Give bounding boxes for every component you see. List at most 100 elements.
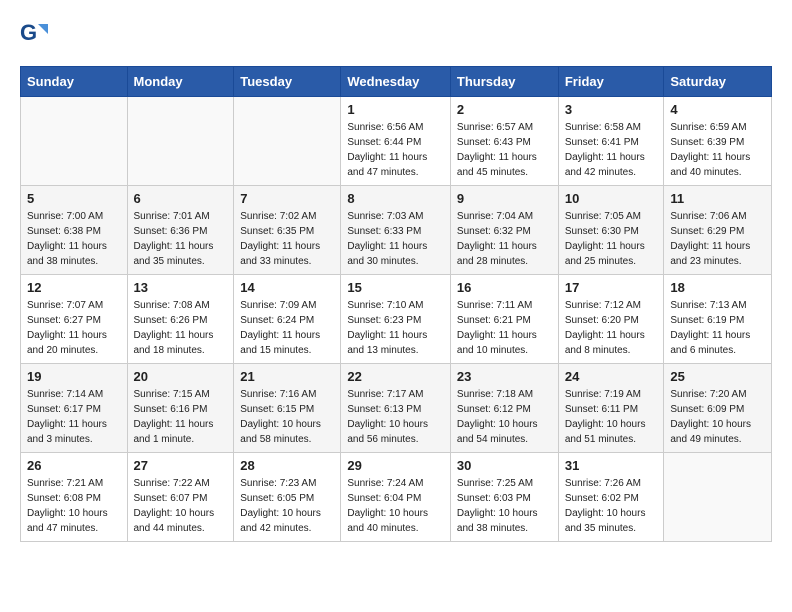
- day-info: Sunrise: 6:57 AM Sunset: 6:43 PM Dayligh…: [457, 120, 552, 180]
- day-header-tuesday: Tuesday: [234, 67, 341, 97]
- day-info: Sunrise: 7:09 AM Sunset: 6:24 PM Dayligh…: [240, 298, 334, 358]
- calendar-day-17: 17Sunrise: 7:12 AM Sunset: 6:20 PM Dayli…: [558, 275, 664, 364]
- calendar-week-row: 5 Sunrise: 7:00 AM Sunset: 6:38 PM Daylig…: [21, 186, 772, 275]
- day-info: Sunrise: 7:15 AM Sunset: 6:16 PM Dayligh…: [134, 387, 228, 447]
- calendar-day-7: 7Sunrise: 7:02 AM Sunset: 6:35 PM Daylig…: [234, 186, 341, 275]
- calendar-empty-cell: [664, 453, 772, 542]
- calendar-day-11: 11 Sunrise: 7:06 AM Sunset: 6:29 PM Dayli…: [664, 186, 772, 275]
- day-number: 10: [565, 191, 658, 206]
- calendar-day-12: 12Sunrise: 7:07 AM Sunset: 6:27 PM Dayli…: [21, 275, 128, 364]
- calendar-day-28: 28 Sunrise: 7:23 AM Sunset: 6:05 PM Dayli…: [234, 453, 341, 542]
- day-info: Sunrise: 7:22 AM Sunset: 6:07 PM Dayligh…: [134, 476, 228, 536]
- calendar-day-26: 26Sunrise: 7:21 AM Sunset: 6:08 PM Dayli…: [21, 453, 128, 542]
- day-number: 25: [670, 369, 765, 384]
- day-info: Sunrise: 7:17 AM Sunset: 6:13 PM Dayligh…: [347, 387, 444, 447]
- calendar-day-8: 8 Sunrise: 7:03 AM Sunset: 6:33 PM Daylig…: [341, 186, 451, 275]
- calendar-header-row: SundayMondayTuesdayWednesdayThursdayFrid…: [21, 67, 772, 97]
- day-number: 18: [670, 280, 765, 295]
- calendar-day-23: 23 Sunrise: 7:18 AM Sunset: 6:12 PM Dayli…: [450, 364, 558, 453]
- calendar-day-1: 1Sunrise: 6:56 AM Sunset: 6:44 PM Daylig…: [341, 97, 451, 186]
- calendar-day-6: 6Sunrise: 7:01 AM Sunset: 6:36 PM Daylig…: [127, 186, 234, 275]
- logo-icon: G: [20, 20, 48, 48]
- calendar-empty-cell: [127, 97, 234, 186]
- calendar-table: SundayMondayTuesdayWednesdayThursdayFrid…: [20, 66, 772, 542]
- day-number: 15: [347, 280, 444, 295]
- day-info: Sunrise: 7:19 AM Sunset: 6:11 PM Dayligh…: [565, 387, 658, 447]
- logo: G: [20, 20, 52, 48]
- calendar-day-13: 13Sunrise: 7:08 AM Sunset: 6:26 PM Dayli…: [127, 275, 234, 364]
- page-header: G: [20, 20, 772, 58]
- day-info: Sunrise: 7:24 AM Sunset: 6:04 PM Dayligh…: [347, 476, 444, 536]
- day-number: 6: [134, 191, 228, 206]
- day-number: 14: [240, 280, 334, 295]
- day-header-monday: Monday: [127, 67, 234, 97]
- day-number: 5: [27, 191, 121, 206]
- day-info: Sunrise: 7:02 AM Sunset: 6:35 PM Dayligh…: [240, 209, 334, 269]
- day-number: 3: [565, 102, 658, 117]
- day-number: 20: [134, 369, 228, 384]
- day-number: 23: [457, 369, 552, 384]
- day-number: 16: [457, 280, 552, 295]
- day-info: Sunrise: 6:58 AM Sunset: 6:41 PM Dayligh…: [565, 120, 658, 180]
- day-info: Sunrise: 7:00 AM Sunset: 6:38 PM Dayligh…: [27, 209, 121, 269]
- day-number: 11: [670, 191, 765, 206]
- day-number: 19: [27, 369, 121, 384]
- day-number: 31: [565, 458, 658, 473]
- day-info: Sunrise: 7:12 AM Sunset: 6:20 PM Dayligh…: [565, 298, 658, 358]
- calendar-day-30: 30 Sunrise: 7:25 AM Sunset: 6:03 PM Dayli…: [450, 453, 558, 542]
- day-info: Sunrise: 7:06 AM Sunset: 6:29 PM Dayligh…: [670, 209, 765, 269]
- day-info: Sunrise: 7:16 AM Sunset: 6:15 PM Dayligh…: [240, 387, 334, 447]
- day-number: 28: [240, 458, 334, 473]
- day-info: Sunrise: 7:25 AM Sunset: 6:03 PM Dayligh…: [457, 476, 552, 536]
- day-number: 9: [457, 191, 552, 206]
- day-header-friday: Friday: [558, 67, 664, 97]
- day-number: 4: [670, 102, 765, 117]
- day-number: 29: [347, 458, 444, 473]
- calendar-week-row: 12Sunrise: 7:07 AM Sunset: 6:27 PM Dayli…: [21, 275, 772, 364]
- day-info: Sunrise: 7:13 AM Sunset: 6:19 PM Dayligh…: [670, 298, 765, 358]
- calendar-day-16: 16 Sunrise: 7:11 AM Sunset: 6:21 PM Dayli…: [450, 275, 558, 364]
- day-info: Sunrise: 7:18 AM Sunset: 6:12 PM Dayligh…: [457, 387, 552, 447]
- calendar-day-20: 20 Sunrise: 7:15 AM Sunset: 6:16 PM Dayli…: [127, 364, 234, 453]
- calendar-day-27: 27 Sunrise: 7:22 AM Sunset: 6:07 PM Dayli…: [127, 453, 234, 542]
- day-header-thursday: Thursday: [450, 67, 558, 97]
- calendar-day-9: 9 Sunrise: 7:04 AM Sunset: 6:32 PM Daylig…: [450, 186, 558, 275]
- calendar-day-21: 21Sunrise: 7:16 AM Sunset: 6:15 PM Dayli…: [234, 364, 341, 453]
- day-header-sunday: Sunday: [21, 67, 128, 97]
- calendar-day-4: 4 Sunrise: 6:59 AM Sunset: 6:39 PM Daylig…: [664, 97, 772, 186]
- day-info: Sunrise: 6:59 AM Sunset: 6:39 PM Dayligh…: [670, 120, 765, 180]
- calendar-week-row: 1Sunrise: 6:56 AM Sunset: 6:44 PM Daylig…: [21, 97, 772, 186]
- day-info: Sunrise: 7:11 AM Sunset: 6:21 PM Dayligh…: [457, 298, 552, 358]
- calendar-empty-cell: [234, 97, 341, 186]
- day-info: Sunrise: 7:03 AM Sunset: 6:33 PM Dayligh…: [347, 209, 444, 269]
- day-number: 1: [347, 102, 444, 117]
- svg-text:G: G: [20, 20, 37, 45]
- calendar-day-29: 29 Sunrise: 7:24 AM Sunset: 6:04 PM Dayli…: [341, 453, 451, 542]
- calendar-day-10: 10 Sunrise: 7:05 AM Sunset: 6:30 PM Dayli…: [558, 186, 664, 275]
- day-number: 12: [27, 280, 121, 295]
- day-info: Sunrise: 7:20 AM Sunset: 6:09 PM Dayligh…: [670, 387, 765, 447]
- calendar-day-19: 19 Sunrise: 7:14 AM Sunset: 6:17 PM Dayli…: [21, 364, 128, 453]
- calendar-empty-cell: [21, 97, 128, 186]
- calendar-day-14: 14 Sunrise: 7:09 AM Sunset: 6:24 PM Dayli…: [234, 275, 341, 364]
- calendar-week-row: 19 Sunrise: 7:14 AM Sunset: 6:17 PM Dayli…: [21, 364, 772, 453]
- day-info: Sunrise: 7:04 AM Sunset: 6:32 PM Dayligh…: [457, 209, 552, 269]
- day-number: 8: [347, 191, 444, 206]
- calendar-week-row: 26Sunrise: 7:21 AM Sunset: 6:08 PM Dayli…: [21, 453, 772, 542]
- day-info: Sunrise: 7:21 AM Sunset: 6:08 PM Dayligh…: [27, 476, 121, 536]
- day-number: 27: [134, 458, 228, 473]
- day-info: Sunrise: 7:10 AM Sunset: 6:23 PM Dayligh…: [347, 298, 444, 358]
- day-info: Sunrise: 7:08 AM Sunset: 6:26 PM Dayligh…: [134, 298, 228, 358]
- day-info: Sunrise: 7:05 AM Sunset: 6:30 PM Dayligh…: [565, 209, 658, 269]
- day-info: Sunrise: 7:23 AM Sunset: 6:05 PM Dayligh…: [240, 476, 334, 536]
- calendar-day-22: 22 Sunrise: 7:17 AM Sunset: 6:13 PM Dayli…: [341, 364, 451, 453]
- calendar-day-18: 18 Sunrise: 7:13 AM Sunset: 6:19 PM Dayli…: [664, 275, 772, 364]
- calendar-day-31: 31Sunrise: 7:26 AM Sunset: 6:02 PM Dayli…: [558, 453, 664, 542]
- calendar-day-24: 24Sunrise: 7:19 AM Sunset: 6:11 PM Dayli…: [558, 364, 664, 453]
- calendar-day-15: 15 Sunrise: 7:10 AM Sunset: 6:23 PM Dayli…: [341, 275, 451, 364]
- day-number: 22: [347, 369, 444, 384]
- calendar-day-25: 25 Sunrise: 7:20 AM Sunset: 6:09 PM Dayli…: [664, 364, 772, 453]
- calendar-day-2: 2Sunrise: 6:57 AM Sunset: 6:43 PM Daylig…: [450, 97, 558, 186]
- day-info: Sunrise: 7:14 AM Sunset: 6:17 PM Dayligh…: [27, 387, 121, 447]
- day-number: 30: [457, 458, 552, 473]
